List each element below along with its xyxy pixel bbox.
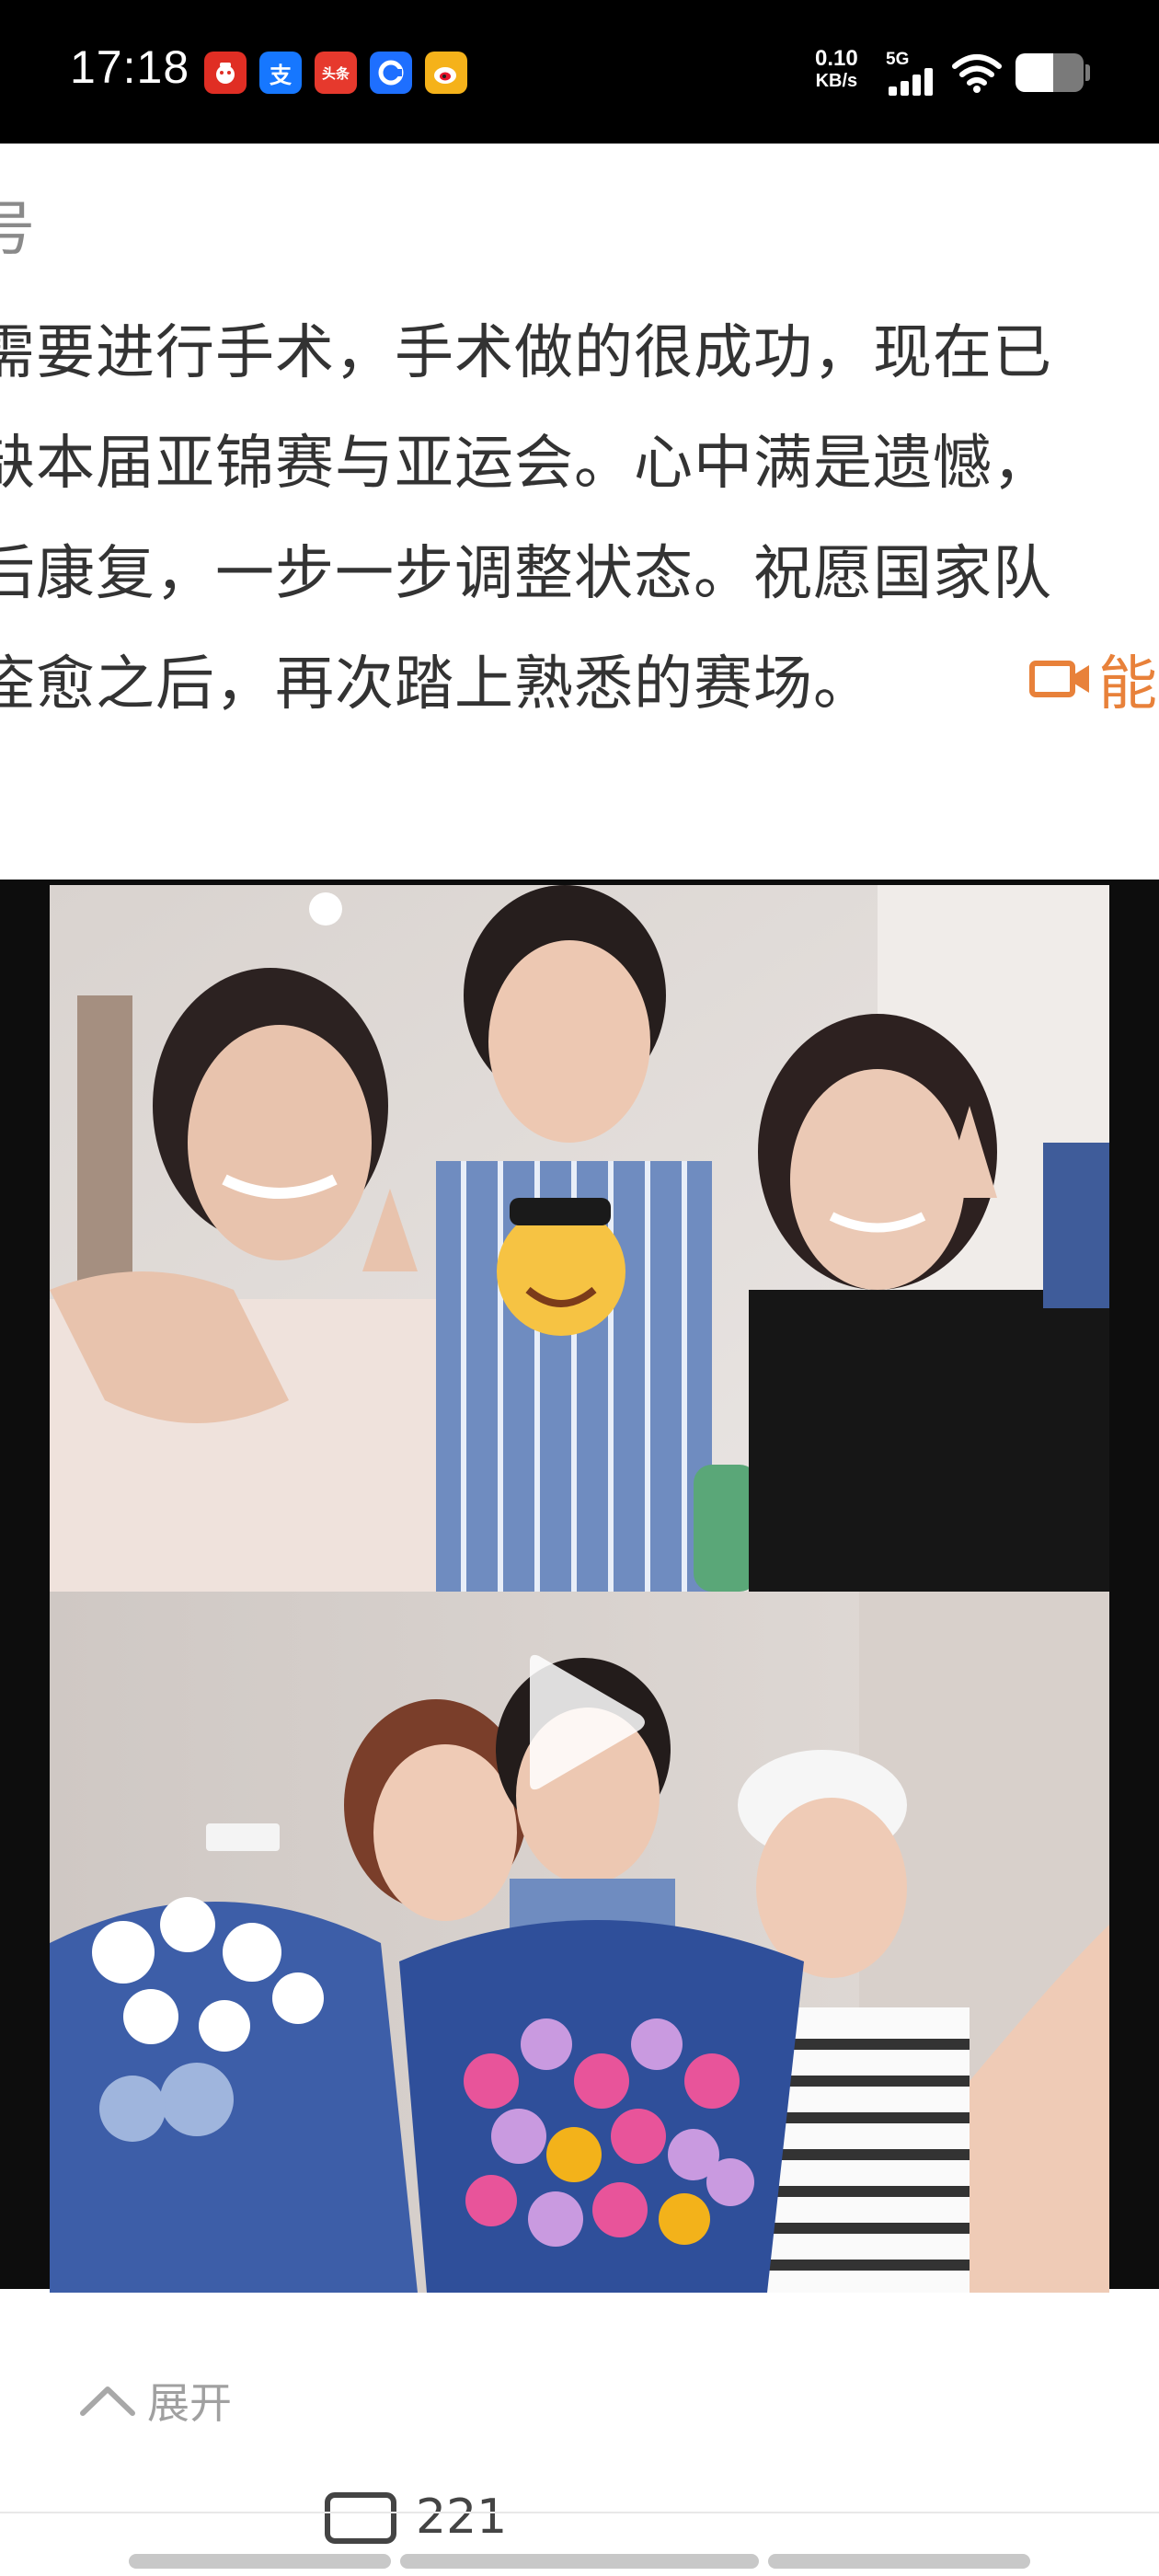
navigation-gesture-bar[interactable] [129, 2554, 1030, 2569]
network-speed: 0.10 KB/s [815, 48, 858, 92]
chevron-up-icon [80, 2386, 135, 2416]
divider [0, 2512, 1159, 2513]
battery-icon [1016, 53, 1084, 92]
video-thumbnail [50, 885, 1109, 2293]
battery-level [1016, 53, 1053, 92]
cellular-signal-icon [889, 66, 940, 96]
post-text-line-3: 后康复，一步一步调整状态。祝愿国家队 [0, 540, 1052, 608]
status-clock: 17:18 [70, 41, 190, 93]
post-content: 号 需要进行手术，手术做的很成功，现在已 缺本届亚锦赛与亚运会。心中满是遗憾， … [0, 144, 1159, 2576]
post-header-fragment: 号 [0, 196, 36, 264]
weibo-app-icon [425, 52, 467, 94]
web-video-link-label: 能 [1098, 650, 1157, 719]
network-speed-unit: KB/s [815, 71, 858, 91]
alipay-app-icon: 支 [259, 52, 302, 94]
network-speed-value: 0.10 [815, 46, 858, 71]
toutiao-glyph: 头条 [321, 64, 350, 82]
expand-button[interactable]: 展开 [79, 2370, 232, 2431]
video-player[interactable] [0, 880, 1159, 2293]
battery-tip [1085, 64, 1090, 81]
toutiao-app-icon: 头条 [315, 52, 357, 94]
post-text-line-2: 缺本届亚锦赛与亚运会。心中满是遗憾， [0, 430, 1052, 498]
browser-app-icon [370, 52, 412, 94]
post-text-line-1: 需要进行手术，手术做的很成功，现在已 [0, 319, 1052, 387]
video-camera-icon [1029, 661, 1089, 697]
play-icon[interactable] [511, 1649, 649, 1796]
comment-icon [325, 2492, 396, 2544]
pdd-app-icon [204, 52, 247, 94]
post-text-line-4: 痊愈之后，再次踏上熟悉的赛场。 [0, 650, 873, 719]
status-bar: 17:18 支 头条 0.10 KB/s 5G [0, 0, 1159, 144]
alipay-glyph: 支 [270, 62, 292, 88]
comment-count: 221 [416, 2490, 508, 2545]
expand-label: 展开 [147, 2378, 232, 2428]
wifi-icon [952, 54, 1002, 93]
video-thumbnail-image [50, 885, 1109, 2293]
comment-button[interactable]: 221 [324, 2490, 507, 2545]
web-video-link[interactable]: 能 [1028, 637, 1157, 721]
